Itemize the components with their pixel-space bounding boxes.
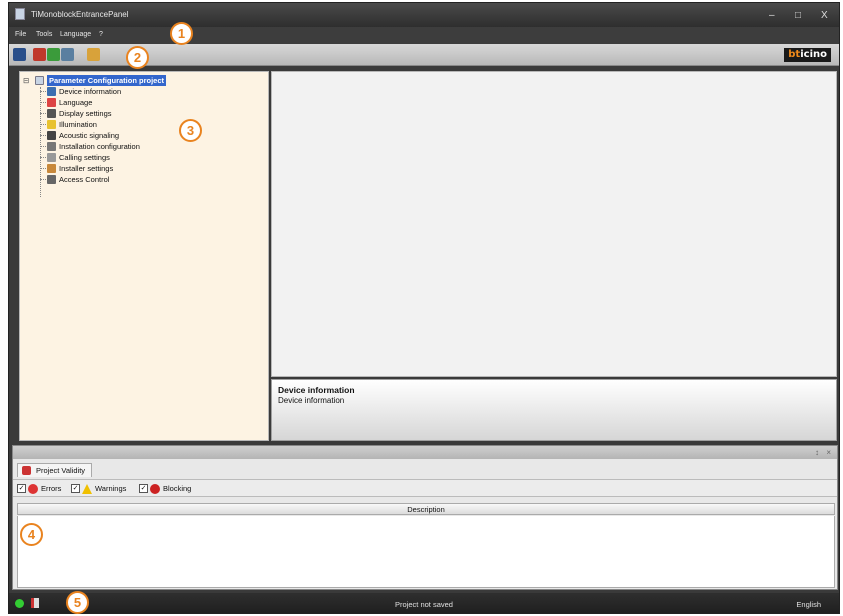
project-icon — [35, 76, 44, 85]
warnings-checkbox[interactable]: ✓ — [71, 484, 80, 493]
tree-item-label: Device information — [59, 87, 122, 96]
tree-item-label: Illumination — [59, 120, 97, 129]
installer-icon — [47, 164, 56, 173]
tree-item-label: Access Control — [59, 175, 110, 184]
errors-label: Errors — [41, 484, 62, 493]
save-icon[interactable] — [13, 48, 26, 61]
brand-suffix: icino — [800, 49, 827, 60]
app-icon — [15, 8, 25, 20]
tree-item-label: Language — [59, 98, 93, 107]
menu-language[interactable]: Language — [60, 31, 91, 38]
tree-connector — [40, 146, 46, 147]
callout-3: 3 — [179, 119, 202, 142]
description-title: Device information — [278, 385, 355, 395]
minimize-button[interactable]: – — [769, 10, 775, 21]
menu-tools[interactable]: Tools — [36, 31, 52, 38]
warnings-label: Warnings — [95, 484, 127, 493]
tree-connector — [40, 168, 46, 169]
callout-5: 5 — [66, 591, 89, 614]
tree-item-label: Installer settings — [59, 164, 114, 173]
filter-bar: ✓ Errors ✓ Warnings ✓ Blocking — [13, 479, 837, 497]
project-validity-panel: ↕ × Project Validity ✓ Errors ✓ Warnings… — [12, 445, 838, 590]
maximize-button[interactable]: □ — [795, 10, 801, 21]
tree-connector — [40, 113, 46, 114]
tab-project-validity[interactable]: Project Validity — [17, 463, 93, 477]
status-text: Project not saved — [395, 600, 453, 609]
tree-root-label[interactable]: Parameter Configuration project — [47, 75, 167, 86]
access-icon — [47, 175, 56, 184]
document-icon — [47, 142, 56, 151]
status-language[interactable]: English — [796, 600, 821, 609]
filter-blocking[interactable]: ✓ Blocking — [139, 484, 191, 494]
description-column-header[interactable]: Description — [17, 503, 835, 515]
description-text: Device information — [278, 396, 345, 405]
panel-header: ↕ × — [13, 446, 837, 459]
title-bar[interactable]: TiMonoblockEntrancePanel – □ X — [9, 3, 839, 27]
errors-checkbox[interactable]: ✓ — [17, 484, 26, 493]
menu-file[interactable]: File — [15, 31, 26, 38]
tab-label: Project Validity — [36, 466, 86, 475]
tree-item-label: Installation configuration — [59, 142, 140, 151]
brand-prefix: bt — [788, 49, 801, 60]
speaker-icon — [47, 131, 56, 140]
send-icon[interactable] — [47, 48, 60, 61]
pin-icon[interactable]: ↕ — [815, 448, 819, 457]
tree-connector — [40, 179, 46, 180]
close-button[interactable]: X — [821, 10, 828, 21]
blocking-checkbox[interactable]: ✓ — [139, 484, 148, 493]
display-icon — [47, 109, 56, 118]
error-icon — [28, 484, 38, 494]
tree-item-label: Calling settings — [59, 153, 110, 162]
callout-4: 4 — [20, 523, 43, 546]
tree-connector — [40, 135, 46, 136]
flags-icon — [47, 98, 56, 107]
callout-1: 1 — [170, 22, 193, 45]
panel-close-button[interactable]: × — [826, 448, 831, 457]
validity-grid — [17, 516, 835, 588]
warning-icon — [82, 484, 92, 494]
tree-connector — [40, 124, 46, 125]
tree-connector — [40, 91, 46, 92]
tree-item-label: Display settings — [59, 109, 112, 118]
receive-icon[interactable] — [33, 48, 46, 61]
info-icon — [47, 87, 56, 96]
validity-icon — [22, 466, 31, 475]
preview-area — [271, 71, 837, 377]
tree-connector — [40, 157, 46, 158]
bticino-logo: bticino — [784, 48, 831, 62]
configuration-tree: ⊟ Parameter Configuration project Device… — [19, 71, 269, 441]
blocking-label: Blocking — [163, 484, 192, 493]
call-icon — [47, 153, 56, 162]
lightbulb-icon — [47, 120, 56, 129]
description-panel: Device information Device information — [271, 379, 837, 441]
application-window: TiMonoblockEntrancePanel – □ X File Tool… — [8, 2, 840, 614]
chip-icon[interactable] — [87, 48, 100, 61]
blocking-icon — [150, 484, 160, 494]
tree-connector — [40, 102, 46, 103]
window-title: TiMonoblockEntrancePanel — [31, 10, 129, 19]
callout-2: 2 — [126, 46, 149, 69]
status-bar: Project not saved English — [9, 593, 839, 613]
tree-connector — [40, 87, 41, 197]
filter-warnings[interactable]: ✓ Warnings — [71, 484, 126, 494]
tree-item-label: Acoustic signaling — [59, 131, 120, 140]
menu-help[interactable]: ? — [99, 31, 103, 38]
menu-bar: File Tools Language ? — [9, 27, 839, 44]
filter-errors[interactable]: ✓ Errors — [17, 484, 61, 494]
device-icon[interactable] — [61, 48, 74, 61]
collapse-icon[interactable]: ⊟ — [23, 75, 29, 86]
